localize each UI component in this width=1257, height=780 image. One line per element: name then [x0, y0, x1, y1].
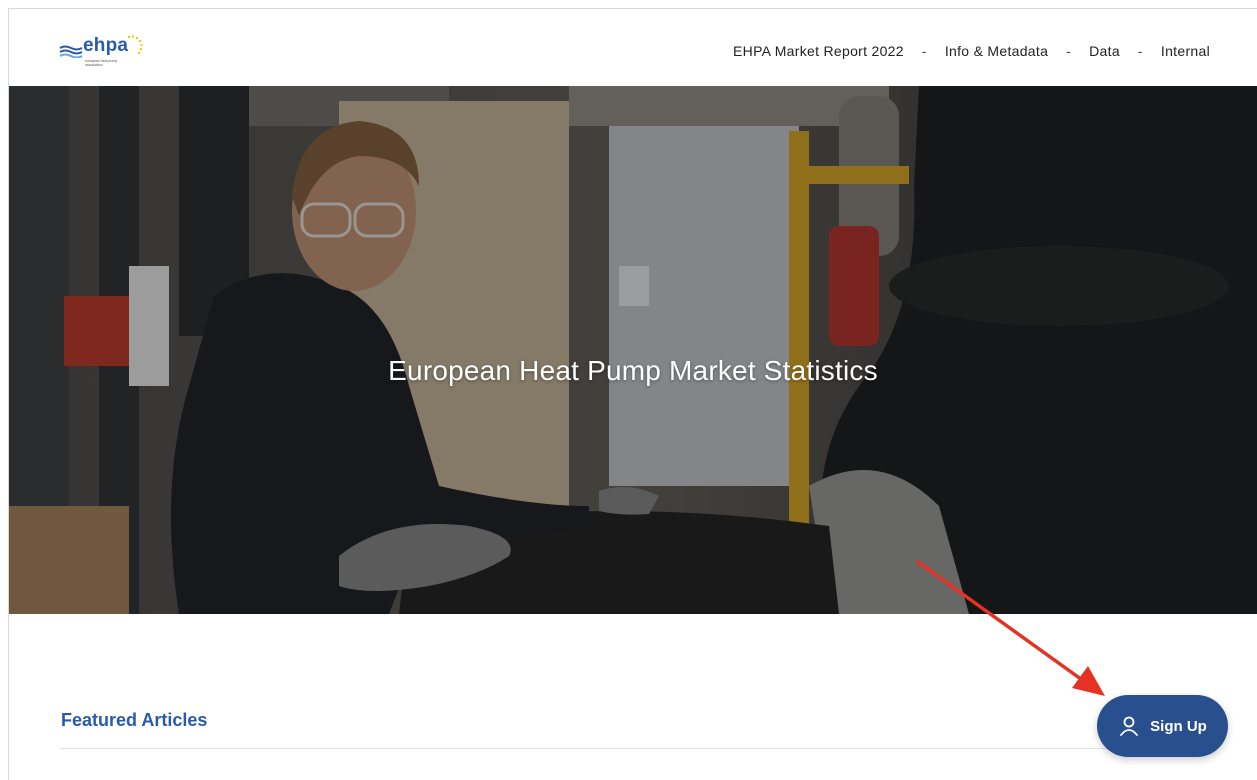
nav-item-internal[interactable]: Internal: [1161, 43, 1210, 59]
ehpa-logo[interactable]: ehpa european heat pump association: [59, 35, 149, 69]
nav-item-data[interactable]: Data: [1089, 43, 1120, 59]
nav-separator: -: [921, 43, 927, 59]
sign-up-button[interactable]: Sign Up: [1097, 695, 1228, 757]
waves-icon: [59, 45, 83, 58]
logo-subtitle: european heat pump association: [85, 59, 118, 67]
featured-articles-heading: Featured Articles: [61, 710, 208, 730]
stars-icon: [127, 35, 143, 55]
main-nav: EHPA Market Report 2022 - Info & Metadat…: [733, 43, 1210, 59]
sign-up-label: Sign Up: [1150, 717, 1207, 735]
user-icon: [1120, 716, 1139, 736]
hero-title: European Heat Pump Market Statistics: [388, 354, 878, 386]
hero-image: [9, 86, 1257, 614]
nav-item-market-report[interactable]: EHPA Market Report 2022: [733, 43, 904, 59]
section-divider: [59, 748, 1214, 749]
nav-separator: -: [1137, 43, 1143, 59]
red-arrow-icon: [916, 560, 1105, 696]
hero-banner: European Heat Pump Market Statistics: [9, 86, 1257, 614]
nav-separator: -: [1066, 43, 1072, 59]
nav-item-info-metadata[interactable]: Info & Metadata: [945, 43, 1048, 59]
site-header: ehpa european heat pump association EHPA…: [9, 9, 1257, 86]
